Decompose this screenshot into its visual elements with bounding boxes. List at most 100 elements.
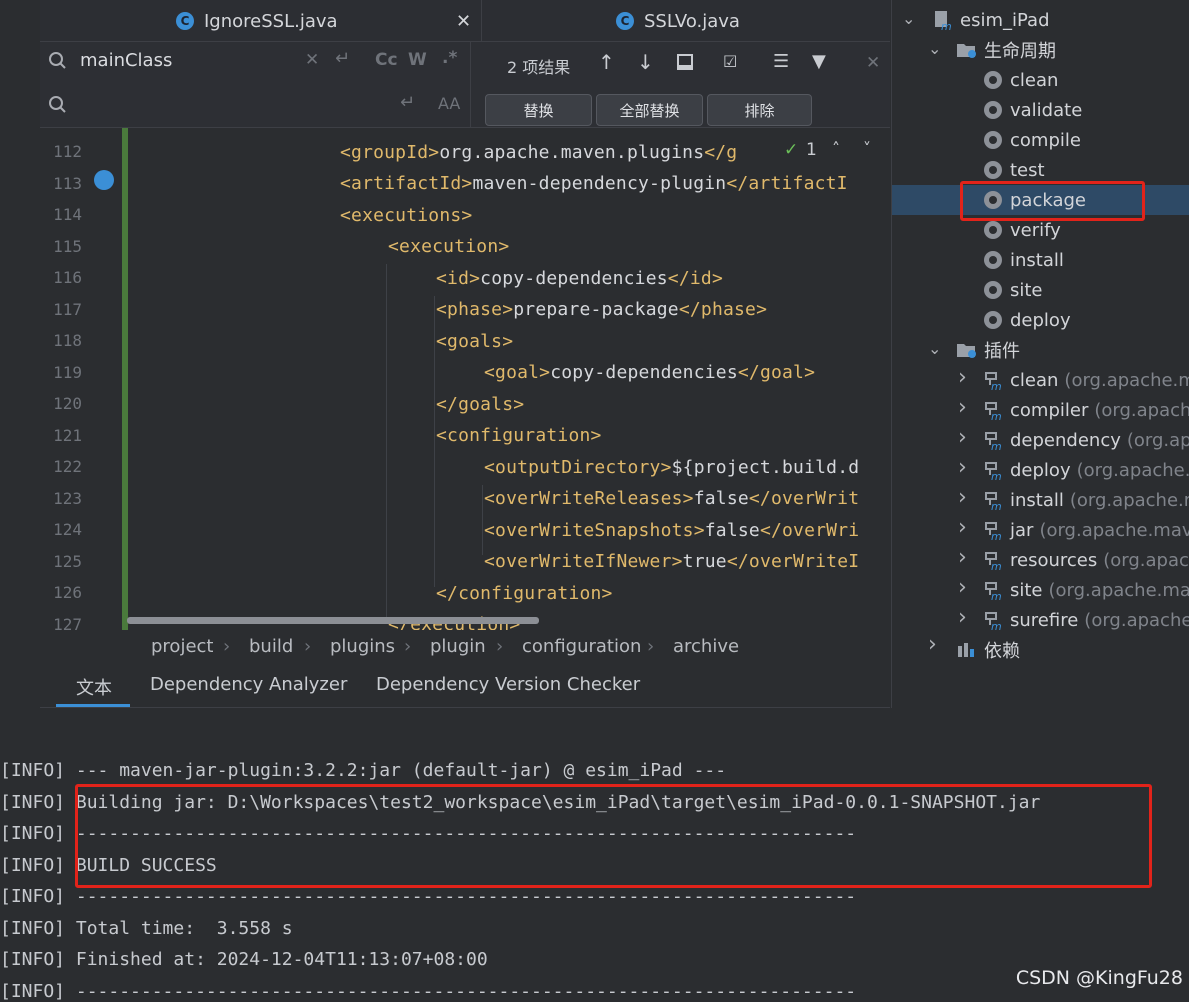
lifecycle-goal-validate[interactable]: validate: [984, 95, 1082, 125]
override-gutter-icon[interactable]: [94, 170, 114, 190]
indent-guide: [482, 484, 483, 555]
horizontal-scrollbar[interactable]: [127, 617, 539, 624]
breadcrumb-item[interactable]: plugin: [430, 636, 486, 657]
replace-button[interactable]: 替换: [485, 94, 592, 126]
xml-text: copy-dependencies: [550, 362, 738, 383]
xml-tag: </goal>: [737, 362, 816, 383]
breadcrumb-item[interactable]: archive: [673, 636, 739, 657]
xml-text: org.apache.maven.plugins: [439, 141, 705, 163]
lifecycle-goal-deploy[interactable]: deploy: [984, 305, 1071, 335]
search-input[interactable]: mainClass: [80, 50, 172, 71]
lifecycle-node[interactable]: 生命周期: [956, 35, 1056, 65]
match-case-toggle[interactable]: Cc: [375, 50, 398, 70]
goal-label: install: [1010, 249, 1064, 271]
tab-ignoressl[interactable]: C IgnoreSSL.java: [176, 0, 338, 42]
breadcrumb-item[interactable]: plugins: [330, 636, 395, 657]
breadcrumb-separator-icon: ›: [304, 636, 312, 657]
plugin-group: (org.apa: [1126, 429, 1189, 451]
newline-icon[interactable]: ↵: [400, 92, 415, 113]
preserve-case-toggle[interactable]: AA: [438, 94, 460, 113]
line-number: 126: [53, 583, 82, 602]
maven-project-root[interactable]: m esim_iPad: [932, 5, 1050, 35]
chevron-right-icon[interactable]: ›: [928, 632, 937, 657]
chevron-right-icon[interactable]: ›: [958, 395, 967, 420]
maven-plugin-icon: m: [982, 549, 1004, 573]
plugins-node[interactable]: 插件: [956, 335, 1020, 365]
breadcrumb-item[interactable]: project: [151, 636, 213, 657]
plugin-compiler[interactable]: m compiler(org.apache: [982, 395, 1189, 425]
plugin-group: (org.apache.m: [1084, 609, 1189, 631]
plugin-name: dependency: [1010, 429, 1121, 451]
plugin-site[interactable]: msite(org.apache.mave: [982, 575, 1189, 605]
maven-plugin-icon: m: [982, 519, 1004, 543]
line-number: 124: [53, 520, 82, 539]
lifecycle-goal-site[interactable]: site: [984, 275, 1043, 305]
chevron-down-icon[interactable]: ⌄: [928, 39, 941, 58]
find-replace-panel: mainClass ✕ ↵ Cc W .* ↵ AA 2 项结果 ↑ ↓ ☑ ☰…: [40, 42, 890, 128]
code-line: <overWriteReleases>false</overWrit: [484, 488, 859, 509]
chevron-right-icon[interactable]: ›: [958, 605, 967, 630]
regex-toggle[interactable]: .*: [442, 48, 457, 68]
previous-occurrence-icon[interactable]: ↑: [598, 50, 615, 74]
tab-dependency-analyzer[interactable]: Dependency Analyzer: [150, 674, 347, 695]
chevron-right-icon[interactable]: ›: [958, 515, 967, 540]
code-line: <configuration>: [436, 425, 602, 446]
breadcrumb-item[interactable]: build: [249, 636, 293, 657]
lifecycle-goal-install[interactable]: install: [984, 245, 1064, 275]
plugin-install[interactable]: m install (org.apache.m: [982, 485, 1189, 515]
plugin-group: (org.apache.mave: [1039, 519, 1189, 541]
filter-selection-icon[interactable]: ☑: [723, 52, 737, 71]
goal-label: compile: [1010, 129, 1081, 151]
dependencies-node[interactable]: 依赖: [956, 635, 1020, 665]
maven-plugin-icon: m: [982, 369, 1004, 393]
close-tab-icon[interactable]: ✕: [456, 0, 471, 42]
clear-search-icon[interactable]: ✕: [305, 50, 319, 70]
tab-label: IgnoreSSL.java: [204, 10, 338, 32]
svg-text:m: m: [991, 470, 1002, 481]
chevron-right-icon[interactable]: ›: [958, 485, 967, 510]
lifecycle-goal-compile[interactable]: compile: [984, 125, 1081, 155]
chevron-right-icon[interactable]: ›: [958, 365, 967, 390]
chevron-down-icon[interactable]: ⌄: [902, 9, 915, 28]
plugin-jar[interactable]: m jar (org.apache.mave: [982, 515, 1189, 545]
plugin-name: clean: [1010, 369, 1059, 391]
plugin-surefire[interactable]: m surefire(org.apache.m: [982, 605, 1189, 635]
chevron-right-icon[interactable]: ›: [958, 575, 967, 600]
xml-tag: </configuration>: [436, 582, 613, 604]
newline-icon[interactable]: ↵: [335, 48, 350, 69]
console-line: [INFO] --- maven-jar-plugin:3.2.2:jar (d…: [0, 760, 727, 781]
lifecycle-folder-icon: [956, 41, 978, 59]
chevron-right-icon[interactable]: ›: [958, 425, 967, 450]
select-all-icon[interactable]: [677, 54, 693, 70]
multiline-icon[interactable]: ☰: [773, 51, 789, 72]
plugin-dependency[interactable]: m dependency(org.apa: [982, 425, 1189, 455]
plugin-name: install: [1010, 489, 1064, 511]
breadcrumb-item[interactable]: configuration: [522, 636, 641, 657]
chevron-right-icon[interactable]: ›: [958, 545, 967, 570]
close-find-icon[interactable]: ✕: [866, 53, 880, 73]
code-line: <outputDirectory>${project.build.d: [484, 457, 859, 478]
tab-text[interactable]: 文本: [76, 674, 112, 700]
plugin-clean[interactable]: mclean(org.apache.ma: [982, 365, 1189, 395]
replace-all-button[interactable]: 全部替换: [596, 94, 703, 126]
tab-sslvo[interactable]: C SSLVo.java: [616, 0, 740, 42]
filter-icon[interactable]: ▼: [812, 51, 826, 72]
code-editor[interactable]: <groupId>org.apache.maven.plugins</g <art…: [128, 128, 890, 630]
prev-highlight-icon[interactable]: ˄: [832, 139, 840, 158]
tab-dependency-version-checker[interactable]: Dependency Version Checker: [376, 674, 640, 695]
plugin-deploy[interactable]: mdeploy(org.apache.m: [982, 455, 1189, 485]
goal-label: test: [1010, 159, 1045, 181]
lifecycle-goal-clean[interactable]: clean: [984, 65, 1058, 95]
whole-word-toggle[interactable]: W: [408, 50, 427, 70]
chevron-down-icon[interactable]: ⌄: [928, 339, 941, 358]
svg-text:m: m: [991, 560, 1002, 571]
next-occurrence-icon[interactable]: ↓: [637, 50, 654, 74]
chevron-right-icon[interactable]: ›: [958, 455, 967, 480]
exclude-button[interactable]: 排除: [707, 94, 812, 126]
plugin-resources[interactable]: m resources(org.apache: [982, 545, 1189, 575]
code-line: <goals>: [436, 331, 513, 352]
line-number-gutter: 112 113 114 115 116 117 118 119 120 121 122 123 124 1…: [40, 128, 145, 634]
gear-icon: [984, 221, 1002, 239]
find-divider: [470, 42, 471, 128]
next-highlight-icon[interactable]: ˅: [863, 139, 871, 158]
